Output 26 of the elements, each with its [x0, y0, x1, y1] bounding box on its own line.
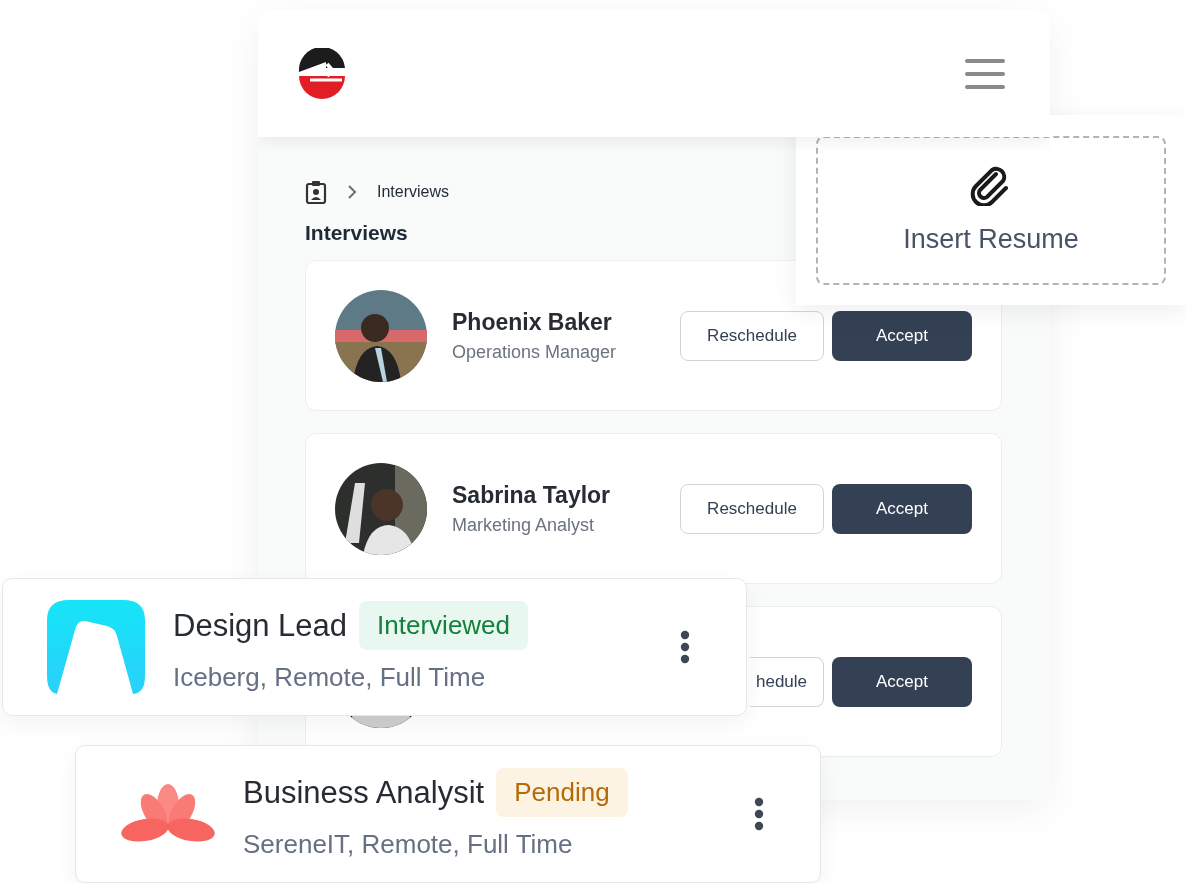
logo	[296, 47, 348, 100]
reschedule-button[interactable]: Reschedule	[680, 310, 824, 361]
upload-label: Insert Resume	[903, 224, 1079, 255]
status-badge: Pending	[496, 768, 628, 817]
id-badge-icon[interactable]	[305, 180, 327, 204]
candidate-role: Operations Manager	[452, 341, 617, 363]
breadcrumb-item[interactable]: Interviews	[377, 183, 450, 201]
job-title: Business Analysit	[243, 774, 485, 811]
status-badge: Interviewed	[359, 601, 529, 650]
more-icon[interactable]	[680, 630, 690, 664]
candidate-name: Sabrina Taylor	[452, 481, 611, 509]
page-title: Interviews	[305, 221, 408, 245]
accept-button[interactable]: Accept	[832, 310, 972, 361]
menu-icon[interactable]	[965, 57, 1005, 90]
job-title: Design Lead	[173, 607, 348, 644]
chevron-icon	[347, 184, 357, 200]
accept-button[interactable]: Accept	[832, 656, 972, 707]
more-icon[interactable]	[754, 797, 764, 831]
reschedule-button[interactable]: Reschedule	[680, 483, 824, 534]
candidate-role: Marketing Analyst	[452, 514, 596, 536]
accept-button[interactable]: Accept	[832, 483, 972, 534]
job-details: SereneIT, Remote, Full Time	[243, 829, 574, 860]
job-details: Iceberg, Remote, Full Time	[173, 662, 487, 693]
upload-area[interactable]: Insert Resume	[816, 136, 1166, 285]
candidate-name: Phoenix Baker	[452, 308, 613, 336]
reschedule-button[interactable]: hedule	[750, 656, 824, 707]
